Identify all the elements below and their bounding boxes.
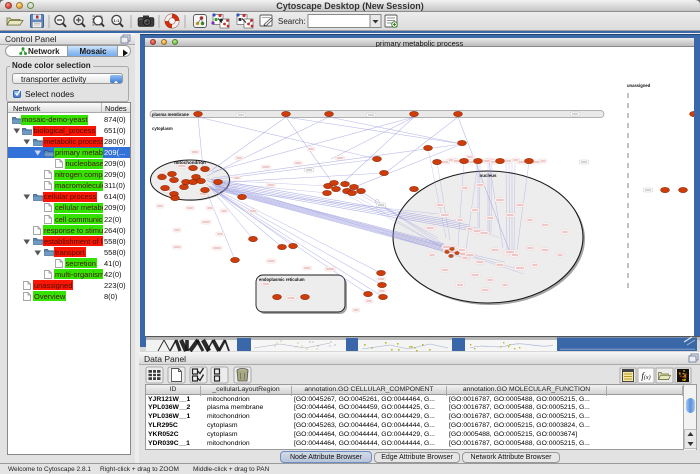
svg-text:plasma membrane: plasma membrane [152, 112, 189, 117]
svg-text:Search:: Search: [278, 17, 306, 26]
svg-text:unassigned: unassigned [627, 83, 651, 88]
svg-text:1:1: 1:1 [114, 18, 121, 23]
svg-text:nucleus: nucleus [479, 173, 497, 178]
svg-text:endoplasmic reticulum: endoplasmic reticulum [259, 277, 305, 282]
svg-text:mitochondrion: mitochondrion [174, 160, 206, 165]
svg-text:cytoplasm: cytoplasm [152, 126, 173, 131]
